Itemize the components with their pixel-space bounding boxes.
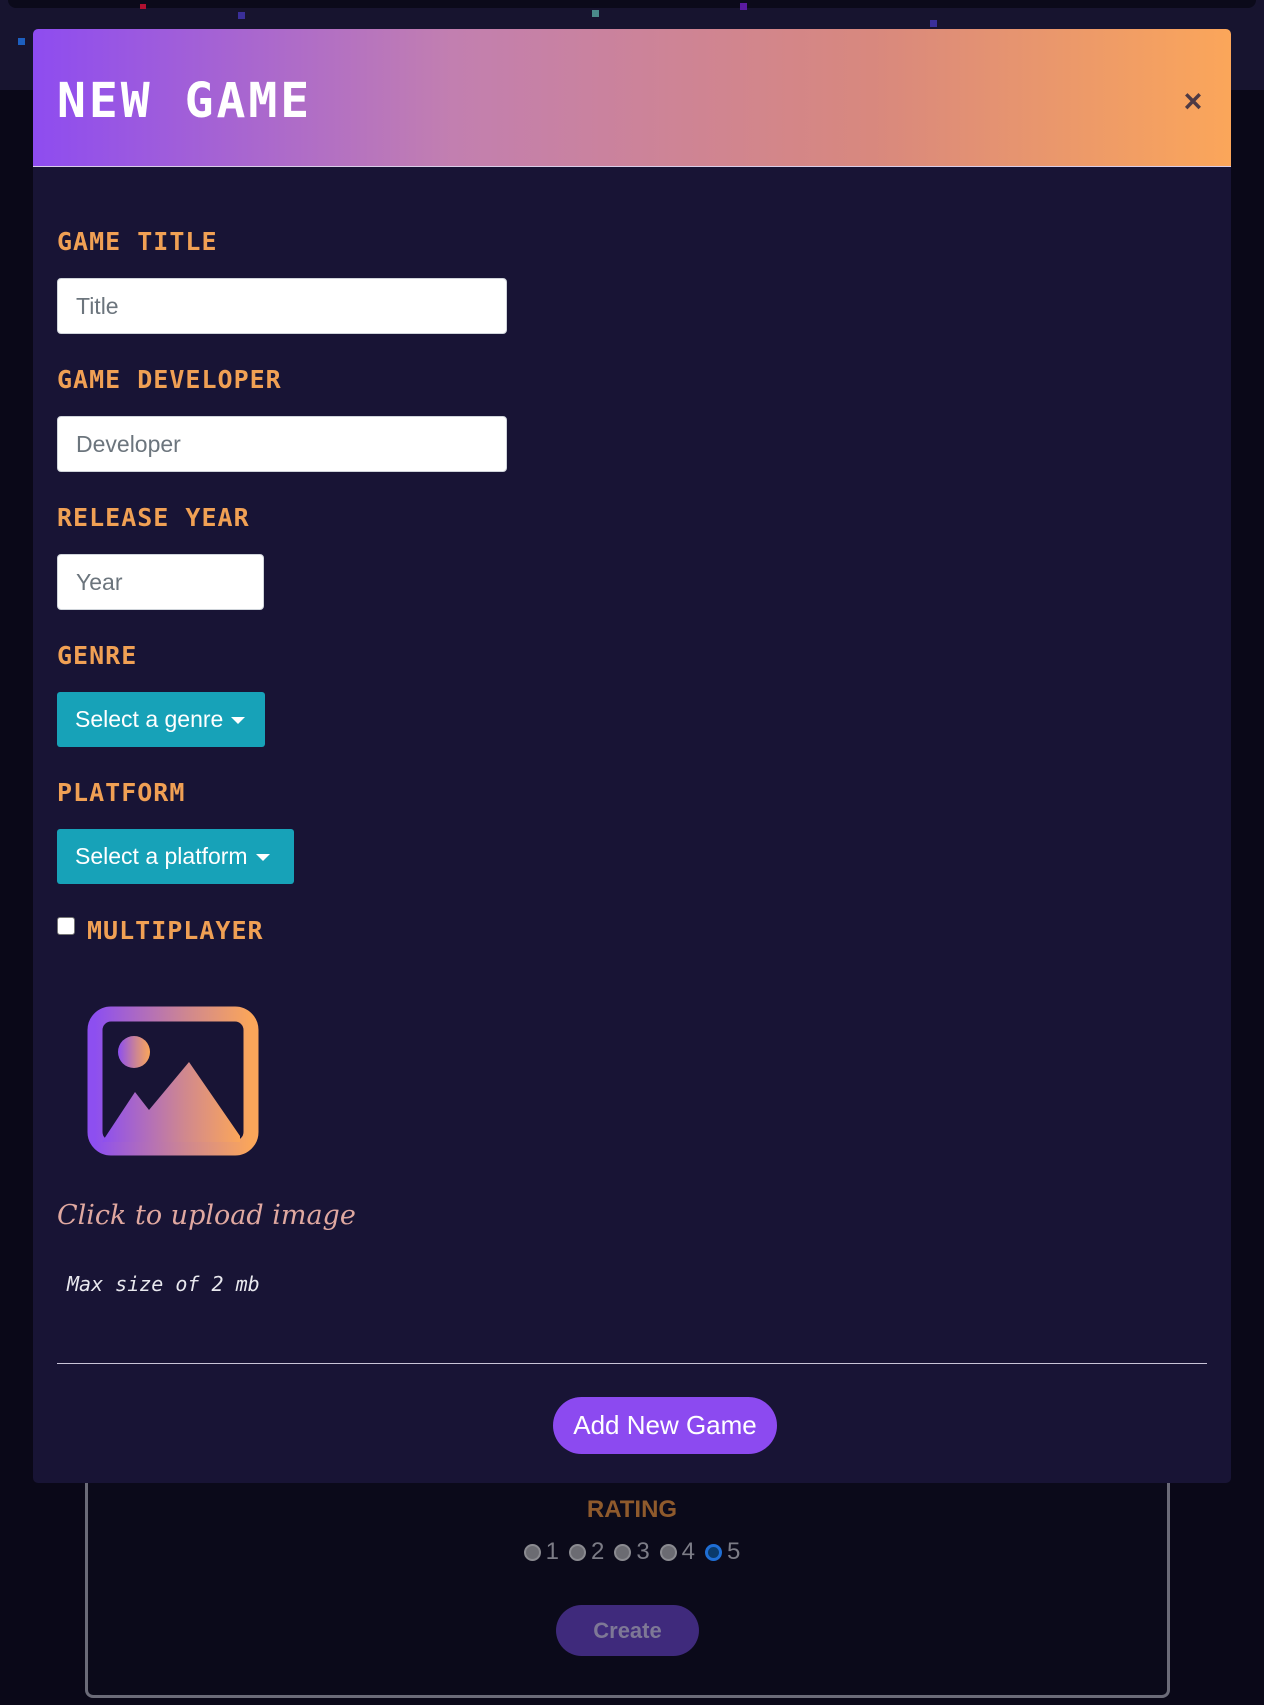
footer-divider [57, 1363, 1207, 1364]
image-upload-icon[interactable] [87, 1006, 259, 1156]
platform-dropdown-label: Select a platform [75, 843, 248, 869]
rating-radio-group: 1 2 3 4 5 [0, 1538, 1264, 1566]
genre-dropdown-button[interactable]: Select a genre [57, 692, 265, 747]
rating-option-4[interactable]: 4 [659, 1538, 695, 1566]
add-new-game-button[interactable]: Add New Game [553, 1397, 777, 1454]
genre-label: Genre [57, 641, 138, 670]
chevron-down-icon [255, 854, 270, 861]
modal-header: New Game × [33, 29, 1231, 167]
page: RATING 1 2 3 4 5 Create New Game × Game … [0, 0, 1264, 1705]
game-developer-label: Game Developer [57, 365, 282, 394]
create-button[interactable]: Create [556, 1605, 699, 1656]
title-input[interactable] [57, 278, 507, 334]
rating-option-2[interactable]: 2 [568, 1538, 604, 1566]
rating-label: RATING [586, 1496, 678, 1523]
multiplayer-checkbox[interactable] [57, 917, 75, 935]
developer-input[interactable] [57, 416, 507, 472]
rating-option-3[interactable]: 3 [614, 1538, 650, 1566]
platform-label: Platform [57, 778, 186, 807]
release-year-label: Release Year [57, 503, 250, 532]
new-game-modal: New Game × Game Title Game Developer Rel… [33, 29, 1231, 1483]
modal-title: New Game [57, 73, 313, 129]
max-size-note: Max size of 2 mb [67, 1272, 260, 1296]
rating-option-5[interactable]: 5 [705, 1538, 740, 1566]
rating-option-1[interactable]: 1 [523, 1538, 559, 1566]
multiplayer-label: Multiplayer [87, 916, 264, 945]
upload-image-link[interactable]: Click to upload image [57, 1200, 356, 1231]
platform-dropdown-button[interactable]: Select a platform [57, 829, 294, 884]
game-title-label: Game Title [57, 227, 218, 256]
close-icon[interactable]: × [1179, 85, 1207, 117]
genre-dropdown-label: Select a genre [75, 706, 224, 732]
year-input[interactable] [57, 554, 264, 610]
chevron-down-icon [231, 717, 246, 724]
